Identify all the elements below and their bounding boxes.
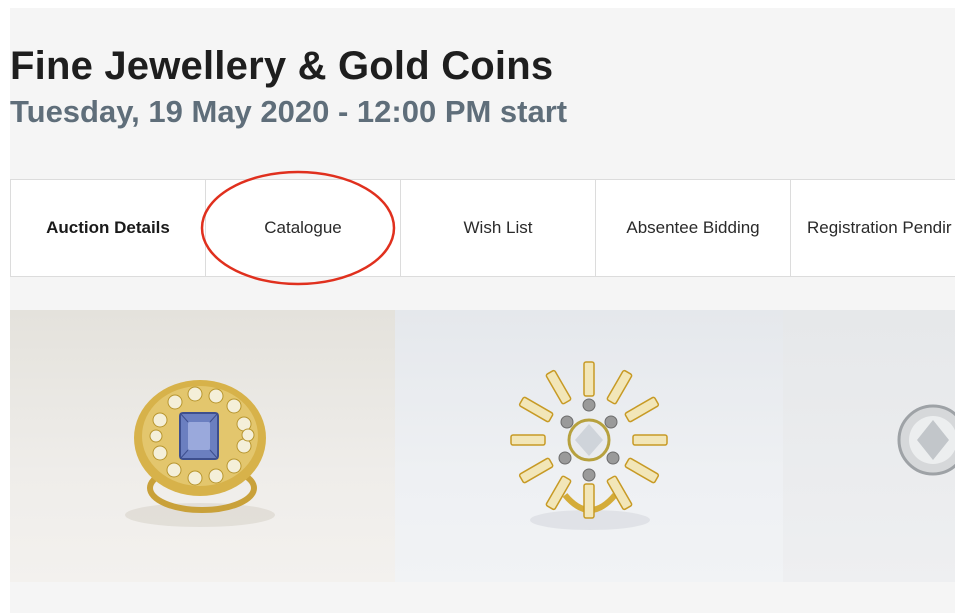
tab-absentee-bidding[interactable]: Absentee Bidding [595, 180, 790, 276]
diamond-stud-image [897, 404, 955, 476]
lot-gallery [10, 310, 955, 613]
tab-wish-list[interactable]: Wish List [400, 180, 595, 276]
lot-card-diamond-cluster-ring[interactable] [395, 310, 783, 582]
auction-panel: Fine Jewellery & Gold Coins Tuesday, 19 … [10, 8, 955, 613]
tab-registration-pending[interactable]: Registration Pendir [790, 180, 955, 276]
auction-date-subtitle: Tuesday, 19 May 2020 - 12:00 PM start [10, 94, 568, 129]
auction-title: Fine Jewellery & Gold Coins [10, 44, 554, 88]
lot-card-sapphire-ring[interactable] [10, 310, 395, 582]
auction-tab-bar: Auction Details Catalogue Wish List Abse… [10, 179, 955, 277]
tab-catalogue[interactable]: Catalogue [205, 180, 400, 276]
sapphire-ring-image [125, 380, 275, 527]
tab-auction-details[interactable]: Auction Details [10, 180, 205, 276]
diamond-cluster-ring-image [510, 361, 668, 530]
lot-card-diamond-stud[interactable] [783, 310, 955, 582]
